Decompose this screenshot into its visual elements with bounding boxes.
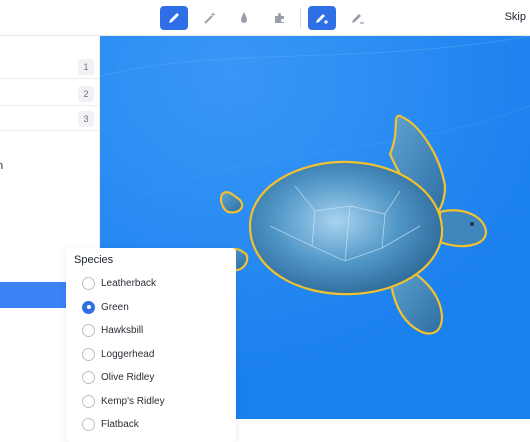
drop-tool-button[interactable] — [230, 6, 258, 30]
pencil-minus-icon — [352, 14, 364, 24]
row-number-badge: 3 — [78, 111, 94, 127]
list-item[interactable]: 3 — [0, 107, 100, 131]
pencil-plus-icon — [316, 14, 328, 24]
species-option-flatback[interactable]: Flatback — [82, 415, 139, 433]
species-option-hawksbill[interactable]: Hawksbill — [82, 321, 143, 339]
magic-wand-icon — [204, 12, 216, 24]
list-item[interactable]: 2 — [0, 82, 100, 106]
option-label: Olive Ridley — [101, 371, 155, 383]
row-number-badge: 1 — [78, 59, 94, 75]
species-title: Species — [74, 254, 114, 266]
option-label: Leatherback — [101, 277, 157, 289]
species-option-loggerhead[interactable]: Loggerhead — [82, 345, 154, 363]
puzzle-icon — [275, 13, 284, 23]
radio-button[interactable] — [82, 370, 95, 384]
species-option-kemps-ridley[interactable]: Kemp's Ridley — [82, 392, 165, 410]
radio-button[interactable] — [82, 323, 95, 337]
radio-button-selected[interactable] — [82, 300, 95, 314]
magic-wand-tool-button[interactable] — [196, 6, 224, 30]
pencil-icon — [169, 13, 179, 23]
toolbar: Skip — [0, 0, 530, 36]
species-panel: Species Leatherback Green Hawksbill Logg… — [66, 248, 236, 442]
pencil-minus-tool-button[interactable] — [344, 6, 372, 30]
species-option-olive-ridley[interactable]: Olive Ridley — [82, 368, 154, 386]
pencil-plus-tool-button[interactable] — [308, 6, 336, 30]
radio-button[interactable] — [82, 394, 95, 408]
toolbar-divider — [300, 8, 301, 28]
list-item[interactable]: 1 — [0, 55, 100, 79]
species-option-leatherback[interactable]: Leatherback — [82, 274, 156, 292]
option-label: Green — [101, 301, 129, 313]
pencil-tool-button[interactable] — [160, 6, 188, 30]
option-label: Loggerhead — [101, 348, 155, 360]
drop-icon — [241, 12, 247, 23]
truncated-label: n — [0, 160, 4, 172]
option-label: Hawksbill — [101, 324, 144, 336]
option-label: Flatback — [101, 418, 139, 430]
option-label: Kemp's Ridley — [101, 395, 165, 407]
row-number-badge: 2 — [78, 86, 94, 102]
puzzle-tool-button[interactable] — [266, 6, 294, 30]
radio-button[interactable] — [82, 347, 95, 361]
species-option-green[interactable]: Green — [82, 298, 129, 316]
radio-button[interactable] — [82, 417, 95, 431]
skip-button[interactable]: Skip — [505, 11, 526, 23]
radio-button[interactable] — [82, 276, 95, 290]
